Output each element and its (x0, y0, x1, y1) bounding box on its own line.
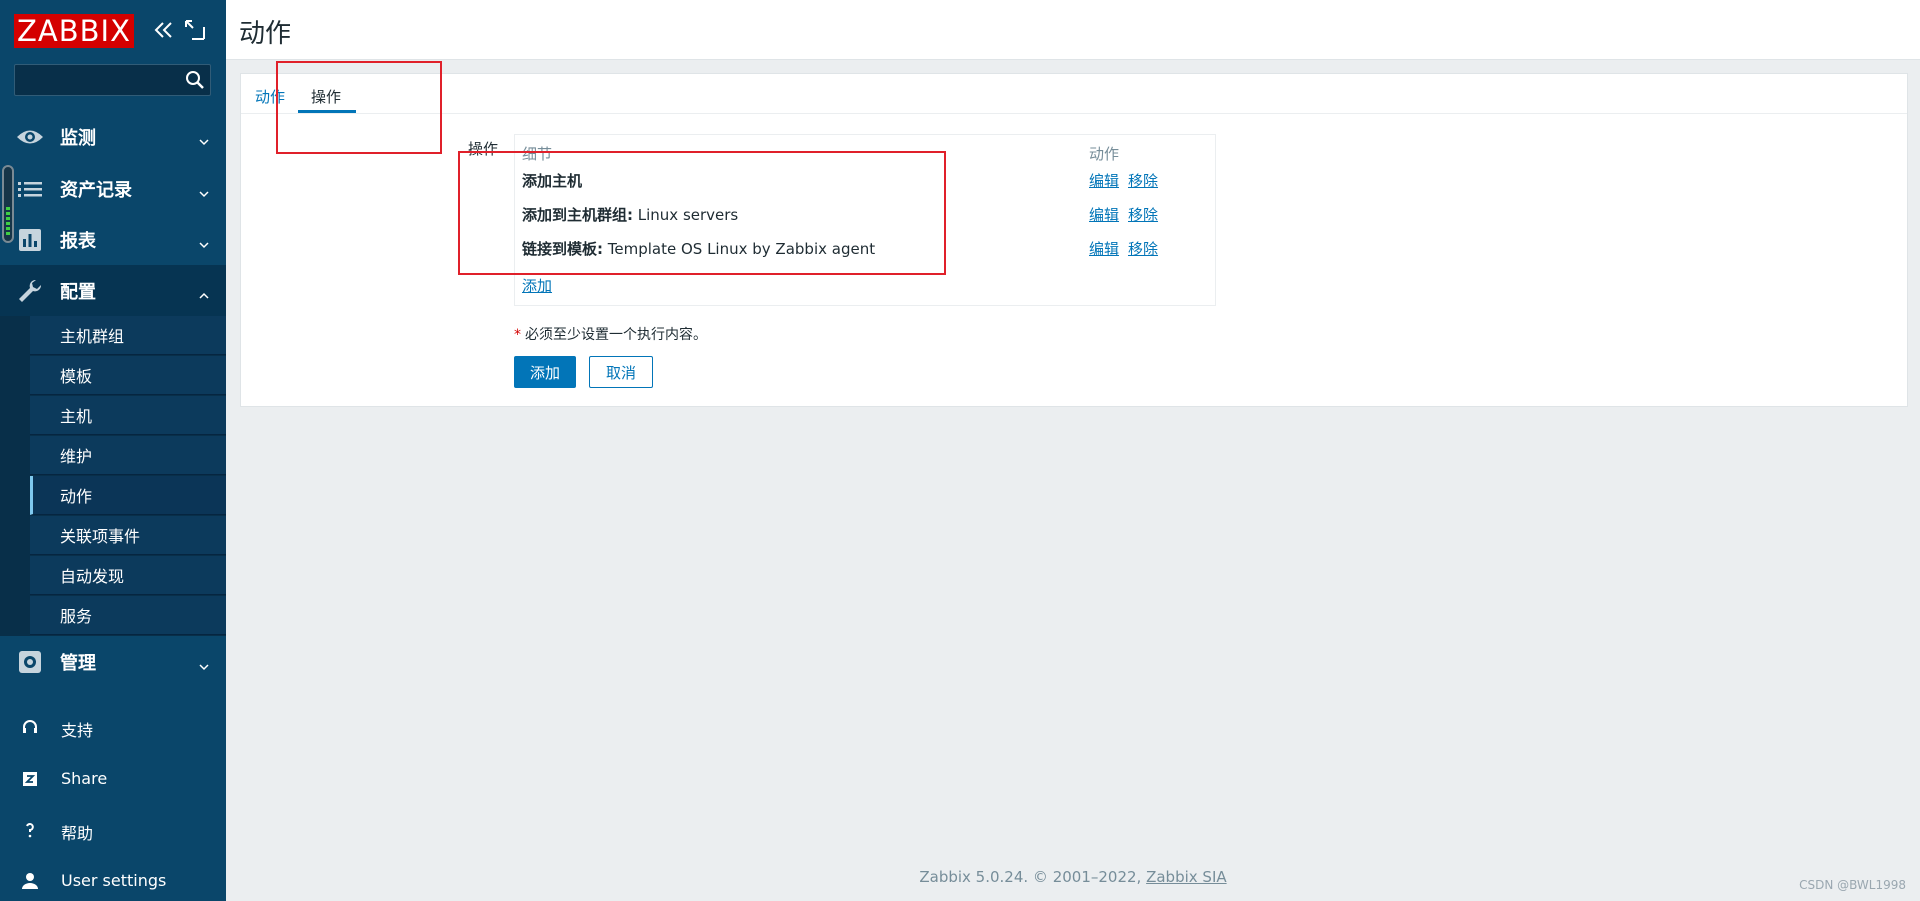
remove-link[interactable]: 移除 (1128, 238, 1158, 259)
chevron-down-icon (198, 132, 210, 146)
edit-link[interactable]: 编辑 (1089, 170, 1119, 191)
bar-chart-icon (16, 227, 44, 253)
gear-icon (16, 649, 44, 675)
submenu-actions[interactable]: 动作 (30, 476, 226, 515)
submenu-label: 关联项事件 (60, 527, 141, 546)
edit-link[interactable]: 编辑 (1089, 204, 1119, 225)
tab-bar: 动作 操作 (241, 74, 1907, 114)
menu-reports[interactable]: 报表 (0, 214, 226, 266)
menu-administration[interactable]: 管理 (0, 636, 226, 688)
submenu-label: 服务 (60, 607, 93, 626)
menu-configuration-label: 配置 (60, 282, 96, 303)
submenu-label: 主机 (60, 407, 93, 426)
menu-help-label: 帮助 (61, 824, 94, 843)
menu-administration-label: 管理 (60, 653, 96, 674)
zabbix-logo[interactable]: ZABBIX (14, 14, 134, 48)
annotation-box-tab (276, 61, 442, 154)
eye-icon (16, 124, 44, 150)
menu-monitoring-label: 监测 (60, 128, 96, 149)
collapse-sidebar-icon[interactable] (152, 18, 176, 42)
menu-support-label: 支持 (61, 721, 94, 740)
annotation-box-operations (458, 151, 946, 275)
required-note-text: 必须至少设置一个执行内容。 (525, 327, 707, 343)
required-star: * (514, 327, 521, 343)
column-header-action: 动作 (1089, 145, 1120, 163)
remove-link[interactable]: 移除 (1128, 204, 1158, 225)
menu-inventory[interactable]: 资产记录 (0, 163, 226, 215)
page-title: 动作 (239, 19, 292, 49)
headset-icon (20, 717, 40, 737)
menu-help[interactable]: 帮助 (0, 808, 226, 852)
submenu-hosts[interactable]: 主机 (30, 396, 226, 435)
menu-support[interactable]: 支持 (0, 705, 226, 749)
submenu-templates[interactable]: 模板 (30, 356, 226, 395)
menu-configuration[interactable]: 配置 (0, 265, 226, 317)
edit-link[interactable]: 编辑 (1089, 238, 1119, 259)
menu-user-settings[interactable]: User settings (0, 859, 226, 901)
chevron-down-icon (198, 657, 210, 671)
chevron-down-icon (198, 184, 210, 198)
submenu-maintenance[interactable]: 维护 (30, 436, 226, 475)
submenu-host-groups[interactable]: 主机群组 (30, 316, 226, 355)
required-note: * 必须至少设置一个执行内容。 (514, 324, 707, 344)
menu-reports-label: 报表 (60, 231, 96, 252)
sidebar-header: ZABBIX (0, 0, 226, 60)
footer-link[interactable]: Zabbix SIA (1146, 868, 1227, 886)
search-box (14, 64, 211, 96)
submenu-event-correlation[interactable]: 关联项事件 (30, 516, 226, 555)
page-header: 动作 (226, 0, 1920, 60)
cancel-button[interactable]: 取消 (589, 356, 653, 388)
add-operation-link[interactable]: 添加 (522, 275, 552, 296)
configuration-submenu: 主机群组 模板 主机 维护 动作 关联项事件 自动发现 服务 (0, 316, 226, 636)
submenu-label: 主机群组 (60, 327, 125, 346)
submenu-label: 维护 (60, 447, 93, 466)
submenu-label: 模板 (60, 367, 93, 386)
submenu-services[interactable]: 服务 (30, 596, 226, 635)
footer: Zabbix 5.0.24. © 2001–2022, Zabbix SIA (226, 868, 1920, 886)
footer-text: Zabbix 5.0.24. © 2001–2022, (919, 868, 1147, 886)
chevron-up-icon (198, 286, 210, 299)
kiosk-mode-icon[interactable] (183, 18, 207, 42)
watermark: CSDN @BWL1998 (1799, 878, 1906, 892)
search-icon[interactable] (185, 70, 205, 90)
submenu-label: 自动发现 (60, 567, 125, 586)
remove-link[interactable]: 移除 (1128, 170, 1158, 191)
chevron-down-icon (198, 235, 210, 249)
add-button[interactable]: 添加 (514, 356, 576, 388)
submenu-label: 动作 (60, 487, 93, 506)
wrench-icon (16, 278, 44, 304)
sidebar: ZABBIX 监测 资产记录 报表 配置 主机群组 模板 主机 维护 动作 关联… (0, 0, 226, 901)
submenu-discovery[interactable]: 自动发现 (30, 556, 226, 595)
question-icon (20, 820, 40, 840)
list-icon (16, 176, 44, 202)
user-icon (20, 871, 40, 891)
menu-share-label: Share (61, 769, 108, 788)
menu-share[interactable]: Share (0, 757, 226, 801)
search-input[interactable] (15, 65, 180, 95)
menu-inventory-label: 资产记录 (60, 180, 132, 201)
menu-monitoring[interactable]: 监测 (0, 111, 226, 163)
share-z-icon (20, 769, 40, 789)
menu-user-settings-label: User settings (61, 871, 167, 890)
